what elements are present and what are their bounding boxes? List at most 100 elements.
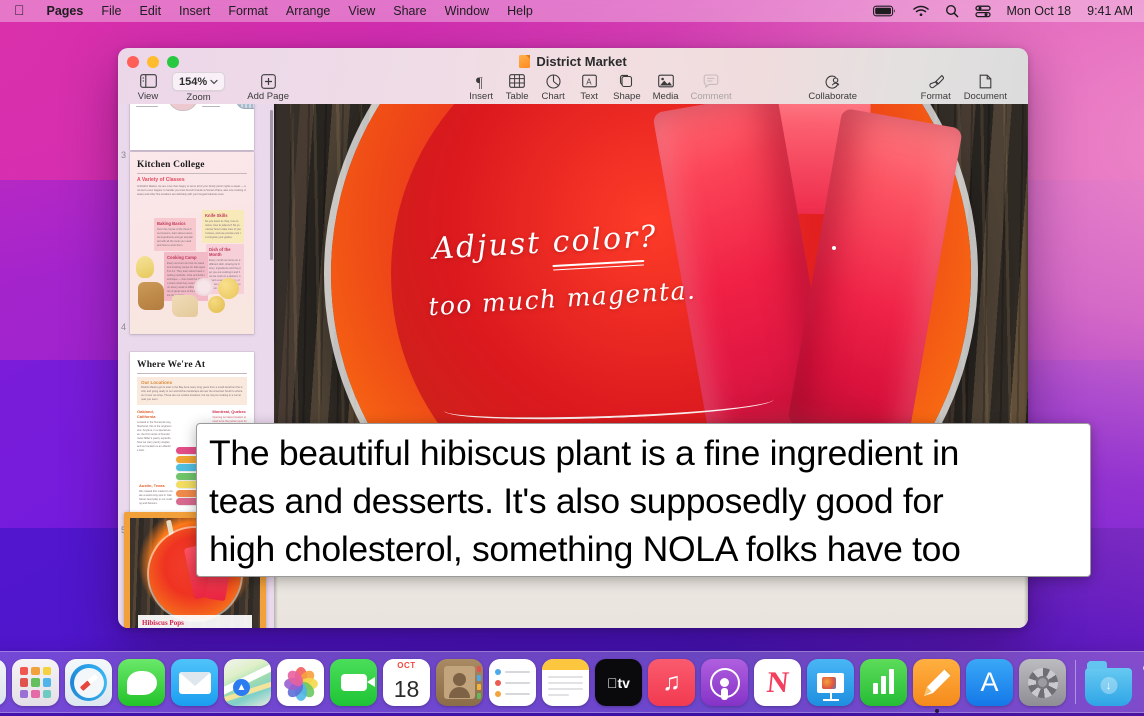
dock-item-mail[interactable]	[171, 659, 218, 706]
media-label: Media	[652, 91, 679, 102]
card-text: Do you know to chop, how to mince, how t…	[205, 219, 241, 239]
format-label: Format	[920, 91, 951, 102]
thumbnail-number: 4	[121, 322, 127, 332]
menu-item-format[interactable]: Format	[219, 0, 277, 22]
paintbrush-icon	[928, 72, 944, 90]
tv-glyph: tv	[607, 674, 630, 691]
window-toolbar: View 154% Zoom Add Page ¶ Insert Table C…	[118, 72, 1028, 104]
dock-item-launchpad[interactable]	[12, 659, 59, 706]
thumbnail-card: Baking Basics Over the course of the thr…	[154, 218, 196, 251]
zoom-popup-button[interactable]: 154%	[172, 72, 226, 91]
thumbnail-preview: Kitchen College A Variety of Classes Hi …	[130, 152, 254, 334]
dock-item-news[interactable]: N	[754, 659, 801, 706]
document-icon	[979, 72, 992, 90]
sidebar-scrollbar[interactable]	[270, 110, 273, 260]
menu-item-pages[interactable]: Pages	[38, 0, 93, 22]
thumbnail-title: Kitchen College	[137, 160, 205, 170]
dock-item-facetime[interactable]	[330, 659, 377, 706]
dock[interactable]: ▲ OCT 18 tv ♫ N A ↓	[0, 651, 1144, 713]
location-name: Montreal, Quebec	[212, 409, 246, 415]
calendar-day: 18	[393, 675, 420, 702]
dock-item-keynote[interactable]	[807, 659, 854, 706]
document-button[interactable]: Document	[958, 72, 1013, 102]
document-title[interactable]: District Market	[118, 54, 1028, 69]
add-page-button[interactable]: Add Page	[241, 72, 295, 102]
zoom-control[interactable]: 154% Zoom	[166, 72, 231, 103]
menu-bar-date[interactable]: Mon Oct 18	[999, 0, 1081, 22]
thumbnail-card: Knife Skills Do you know to chop, how to…	[202, 210, 244, 243]
thumbnail-page-3[interactable]: 3	[121, 104, 254, 160]
shape-button[interactable]: Shape	[607, 72, 646, 102]
table-label: Table	[505, 91, 529, 102]
decorative-food-bread	[138, 282, 164, 310]
thumbnail-recipe-card: Hibiscus Pops The beautiful hibiscus pla…	[138, 615, 252, 628]
wifi-icon[interactable]	[905, 5, 937, 17]
hover-text-line: teas and desserts. It's also supposedly …	[209, 481, 944, 521]
dock-item-photos[interactable]	[277, 659, 324, 706]
divider	[137, 373, 247, 374]
thumbnail-page-4[interactable]: 4 Kitchen College A Variety of Classes H…	[121, 152, 254, 334]
dock-item-app-store[interactable]: A	[966, 659, 1013, 706]
menu-item-window[interactable]: Window	[436, 0, 498, 22]
hover-text-line: The beautiful hibiscus plant is a fine i…	[209, 433, 960, 473]
thumbnail-preview	[130, 104, 254, 150]
music-note-icon: ♫	[662, 668, 681, 696]
table-button[interactable]: Table	[499, 72, 535, 102]
dock-item-maps[interactable]: ▲	[224, 659, 271, 706]
dock-item-reminders[interactable]	[489, 659, 536, 706]
decorative-food-corn	[136, 256, 154, 278]
map-pin-icon: ▲	[233, 679, 250, 696]
text-label: Text	[580, 91, 598, 102]
dock-item-pages[interactable]	[913, 659, 960, 713]
document-label: Document	[963, 91, 1007, 102]
apple-logo-icon[interactable]: 	[14, 3, 25, 17]
chart-button[interactable]: Chart	[535, 72, 571, 102]
dock-item-tv[interactable]: tv	[595, 659, 642, 706]
dock-item-trash[interactable]	[1138, 659, 1144, 706]
pages-document-icon	[519, 55, 531, 68]
battery-icon[interactable]	[865, 5, 905, 17]
collaborate-icon	[824, 72, 841, 90]
menu-item-file[interactable]: File	[92, 0, 130, 22]
dock-item-safari[interactable]	[65, 659, 112, 706]
format-button[interactable]: Format	[914, 72, 958, 102]
dock-item-podcasts[interactable]	[701, 659, 748, 706]
text-button[interactable]: A Text	[571, 72, 607, 102]
dock-item-music[interactable]: ♫	[648, 659, 695, 706]
download-arrow-icon: ↓	[1100, 677, 1117, 694]
card-title: Knife Skills	[205, 213, 228, 218]
menu-item-help[interactable]: Help	[498, 0, 542, 22]
menu-item-insert[interactable]: Insert	[170, 0, 219, 22]
comment-icon	[703, 72, 719, 90]
document-title-text: District Market	[536, 54, 627, 69]
menu-item-share[interactable]: Share	[384, 0, 435, 22]
menu-item-edit[interactable]: Edit	[131, 0, 171, 22]
dock-item-finder[interactable]	[0, 659, 6, 706]
menu-item-arrange[interactable]: Arrange	[277, 0, 339, 22]
dock-item-numbers[interactable]	[860, 659, 907, 706]
media-button[interactable]: Media	[647, 72, 685, 102]
control-center-icon[interactable]	[967, 5, 999, 18]
dock-item-contacts[interactable]	[436, 659, 483, 706]
dock-item-messages[interactable]	[118, 659, 165, 706]
comment-button[interactable]: Comment	[685, 72, 738, 102]
dock-item-downloads[interactable]: ↓	[1085, 659, 1132, 706]
view-button[interactable]: View	[130, 72, 166, 102]
collaborate-button[interactable]: Collaborate	[800, 72, 866, 102]
running-indicator	[934, 709, 939, 713]
sidebar-icon	[139, 72, 157, 90]
locations-heading: Our Locations	[141, 379, 173, 385]
zoom-label: Zoom	[186, 92, 211, 103]
dock-item-notes[interactable]	[542, 659, 589, 706]
dock-separator	[1075, 660, 1076, 704]
location-name: Austin, Texas	[139, 483, 165, 488]
search-icon[interactable]	[937, 4, 967, 18]
divider	[137, 173, 247, 174]
view-label: View	[137, 91, 159, 102]
menu-item-view[interactable]: View	[339, 0, 384, 22]
card-title: Dish of the Month	[209, 247, 231, 257]
dock-item-system-settings[interactable]	[1019, 659, 1066, 706]
insert-button[interactable]: ¶ Insert	[463, 72, 499, 103]
menu-bar-clock[interactable]: 9:41 AM	[1080, 0, 1133, 22]
dock-item-calendar[interactable]: OCT 18	[383, 659, 430, 706]
